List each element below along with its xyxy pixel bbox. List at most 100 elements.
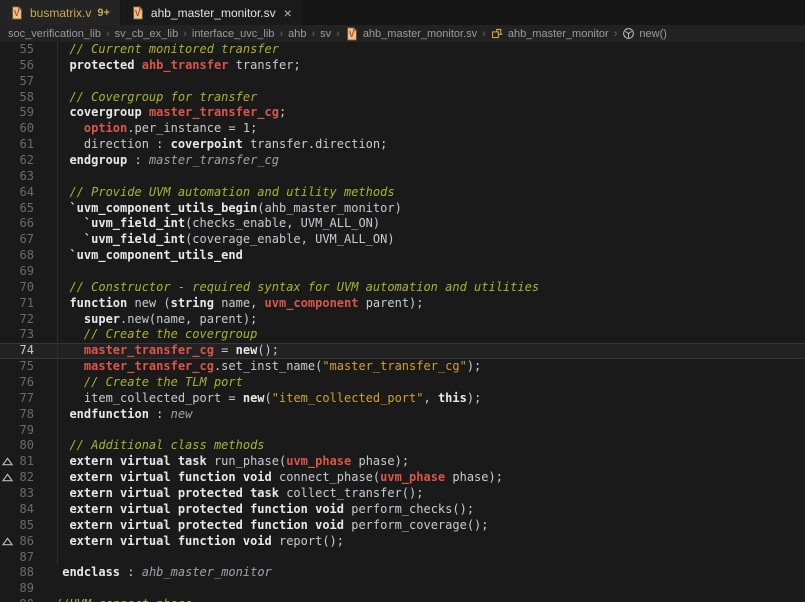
extern-marker-icon[interactable] (2, 473, 13, 482)
code-line[interactable]: 57 (0, 74, 805, 90)
code-line[interactable]: 60 option.per_instance = 1; (0, 121, 805, 137)
code-line[interactable]: 64 // Provide UVM automation and utility… (0, 185, 805, 201)
line-number[interactable]: 60 (20, 121, 34, 137)
code-line[interactable]: 87 (0, 550, 805, 566)
line-number[interactable]: 55 (20, 42, 34, 58)
line-number[interactable]: 64 (20, 185, 34, 201)
code-token: extern virtual task (69, 454, 206, 468)
breadcrumb-item-file[interactable]: Vahb_master_monitor.sv (345, 26, 477, 41)
breadcrumb-item[interactable]: sv (320, 28, 331, 40)
extern-marker-icon[interactable] (2, 537, 13, 546)
line-number[interactable]: 72 (20, 312, 34, 328)
breadcrumb-item[interactable]: ahb (288, 28, 306, 40)
line-number[interactable]: 62 (20, 153, 34, 169)
code-text: `uvm_component_utils_begin(ahb_master_mo… (55, 201, 402, 217)
code-line[interactable]: 88 endclass : ahb_master_monitor (0, 565, 805, 581)
code-token: perform_checks(); (344, 502, 474, 516)
code-line[interactable]: 72 super.new(name, parent); (0, 312, 805, 328)
line-number[interactable]: 78 (20, 407, 34, 423)
code-line[interactable]: 62 endgroup : master_transfer_cg (0, 153, 805, 169)
code-line[interactable]: 55 // Current monitored transfer (0, 42, 805, 58)
line-number[interactable]: 65 (20, 201, 34, 217)
line-number[interactable]: 76 (20, 375, 34, 391)
line-number[interactable]: 74 (20, 343, 34, 359)
line-number[interactable]: 63 (20, 169, 34, 185)
code-line[interactable]: 75 master_transfer_cg.set_inst_name("mas… (0, 359, 805, 375)
line-number[interactable]: 70 (20, 280, 34, 296)
line-number[interactable]: 73 (20, 327, 34, 343)
line-number[interactable]: 75 (20, 359, 34, 375)
code-line[interactable]: 73 // Create the covergroup (0, 327, 805, 343)
line-number[interactable]: 58 (20, 90, 34, 106)
code-line[interactable]: 65 `uvm_component_utils_begin(ahb_master… (0, 201, 805, 217)
code-line[interactable]: 82 extern virtual function void connect_… (0, 470, 805, 486)
line-number[interactable]: 89 (20, 581, 34, 597)
code-line[interactable]: 61 direction : coverpoint transfer.direc… (0, 137, 805, 153)
code-line[interactable]: 78 endfunction : new (0, 407, 805, 423)
line-number[interactable]: 88 (20, 565, 34, 581)
line-number[interactable]: 84 (20, 502, 34, 518)
line-number[interactable]: 90 (20, 597, 34, 602)
line-number[interactable]: 59 (20, 105, 34, 121)
code-text: // Additional class methods (55, 438, 265, 454)
code-line[interactable]: 74 master_transfer_cg = new(); (0, 343, 805, 359)
code-line[interactable]: 86 extern virtual function void report()… (0, 534, 805, 550)
code-token: perform_coverage(); (344, 518, 489, 532)
code-line[interactable]: 69 (0, 264, 805, 280)
code-line[interactable]: 66 `uvm_field_int(checks_enable, UVM_ALL… (0, 216, 805, 232)
tab-ahb-master-monitor[interactable]: V ahb_master_monitor.sv × (121, 0, 302, 25)
code-line[interactable]: 83 extern virtual protected task collect… (0, 486, 805, 502)
code-token (55, 58, 69, 72)
breadcrumb-item[interactable]: sv_cb_ex_lib (115, 28, 179, 40)
line-number[interactable]: 80 (20, 438, 34, 454)
line-number[interactable]: 81 (20, 454, 34, 470)
line-number[interactable]: 71 (20, 296, 34, 312)
code-line[interactable]: 56 protected ahb_transfer transfer; (0, 58, 805, 74)
line-number[interactable]: 69 (20, 264, 34, 280)
line-number[interactable]: 85 (20, 518, 34, 534)
breadcrumb-item[interactable]: interface_uvc_lib (192, 28, 275, 40)
code-line[interactable]: 76 // Create the TLM port (0, 375, 805, 391)
line-number[interactable]: 83 (20, 486, 34, 502)
code-text: protected ahb_transfer transfer; (55, 58, 301, 74)
line-number[interactable]: 68 (20, 248, 34, 264)
line-number[interactable]: 79 (20, 423, 34, 439)
line-number[interactable]: 87 (20, 550, 34, 566)
code-line[interactable]: 70 // Constructor - required syntax for … (0, 280, 805, 296)
close-icon[interactable]: × (284, 6, 292, 20)
code-token: endgroup (69, 153, 127, 167)
code-line[interactable]: 77 item_collected_port = new("item_colle… (0, 391, 805, 407)
code-line[interactable]: 67 `uvm_field_int(coverage_enable, UVM_A… (0, 232, 805, 248)
code-line[interactable]: 81 extern virtual task run_phase(uvm_pha… (0, 454, 805, 470)
line-number[interactable]: 56 (20, 58, 34, 74)
code-line[interactable]: 79 (0, 423, 805, 439)
code-line[interactable]: 68 `uvm_component_utils_end (0, 248, 805, 264)
line-number[interactable]: 66 (20, 216, 34, 232)
code-line[interactable]: 89 (0, 581, 805, 597)
line-number[interactable]: 86 (20, 534, 34, 550)
breadcrumb-item-class[interactable]: ahb_master_monitor (491, 27, 609, 40)
line-number[interactable]: 82 (20, 470, 34, 486)
code-line[interactable]: 80 // Additional class methods (0, 438, 805, 454)
code-line[interactable]: 84 extern virtual protected function voi… (0, 502, 805, 518)
line-number[interactable]: 57 (20, 74, 34, 90)
code-line[interactable]: 58 // Covergroup for transfer (0, 90, 805, 106)
gutter: 76 (0, 375, 55, 391)
code-token: string (171, 296, 214, 310)
code-token: // Create the TLM port (55, 375, 243, 389)
gutter: 73 (0, 327, 55, 343)
code-line[interactable]: 59 covergroup master_transfer_cg; (0, 105, 805, 121)
indent-guide (57, 423, 58, 439)
line-number[interactable]: 77 (20, 391, 34, 407)
code-line[interactable]: 85 extern virtual protected function voi… (0, 518, 805, 534)
breadcrumb-item[interactable]: soc_verification_lib (8, 28, 101, 40)
extern-marker-icon[interactable] (2, 457, 13, 466)
code-line[interactable]: 63 (0, 169, 805, 185)
code-line[interactable]: 90//UVM connect_phase (0, 597, 805, 602)
breadcrumb-item-method[interactable]: new() (622, 27, 667, 40)
line-number[interactable]: 67 (20, 232, 34, 248)
line-number[interactable]: 61 (20, 137, 34, 153)
code-text: item_collected_port = new("item_collecte… (55, 391, 481, 407)
code-line[interactable]: 71 function new (string name, uvm_compon… (0, 296, 805, 312)
tab-busmatrix[interactable]: V busmatrix.v 9+ (0, 0, 120, 25)
